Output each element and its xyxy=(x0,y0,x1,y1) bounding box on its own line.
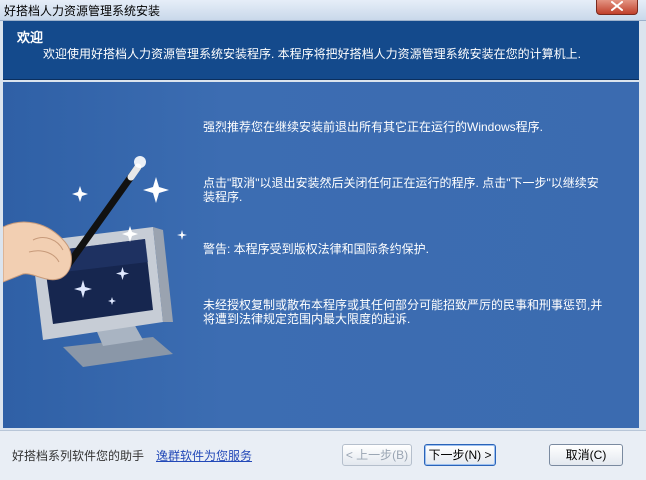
window-title: 好搭档人力资源管理系统安装 xyxy=(4,4,161,18)
footer-tagline: 好搭档系列软件您的助手 xyxy=(12,449,145,463)
next-button[interactable]: 下一步(N) > xyxy=(424,444,496,466)
header-title: 欢迎 xyxy=(17,30,44,45)
back-button[interactable]: < 上一步(B) xyxy=(342,444,412,466)
window-titlebar: 好搭档人力资源管理系统安装 xyxy=(0,0,646,21)
welcome-header: 欢迎 欢迎使用好搭档人力资源管理系统安装程序. 本程序将把好搭档人力资源管理系统… xyxy=(3,21,639,80)
paragraph-legal: 未经授权复制或散布本程序或其任何部分可能招致严厉的民事和刑事惩罚,并将遭到法律规… xyxy=(203,298,603,326)
paragraph-close-programs: 强烈推荐您在继续安装前退出所有其它正在运行的Windows程序. xyxy=(203,120,544,134)
paragraph-warning: 警告: 本程序受到版权法律和国际条约保护. xyxy=(203,242,430,256)
main-content: 强烈推荐您在继续安装前退出所有其它正在运行的Windows程序. 点击"取消"以… xyxy=(3,82,639,428)
paragraph-cancel-next: 点击"取消"以退出安装然后关闭任何正在运行的程序. 点击"下一步"以继续安装程序… xyxy=(203,176,599,204)
cancel-button[interactable]: 取消(C) xyxy=(549,444,623,466)
service-link[interactable]: 逸群软件为您服务 xyxy=(156,447,252,464)
header-description: 欢迎使用好搭档人力资源管理系统安装程序. 本程序将把好搭档人力资源管理系统安装在… xyxy=(43,47,582,61)
footer-bar: 好搭档系列软件您的助手 逸群软件为您服务 < 上一步(B) 下一步(N) > 取… xyxy=(0,430,646,480)
magic-wand-monitor-illustration xyxy=(3,156,187,367)
close-button[interactable] xyxy=(596,0,638,15)
close-icon xyxy=(611,1,623,11)
